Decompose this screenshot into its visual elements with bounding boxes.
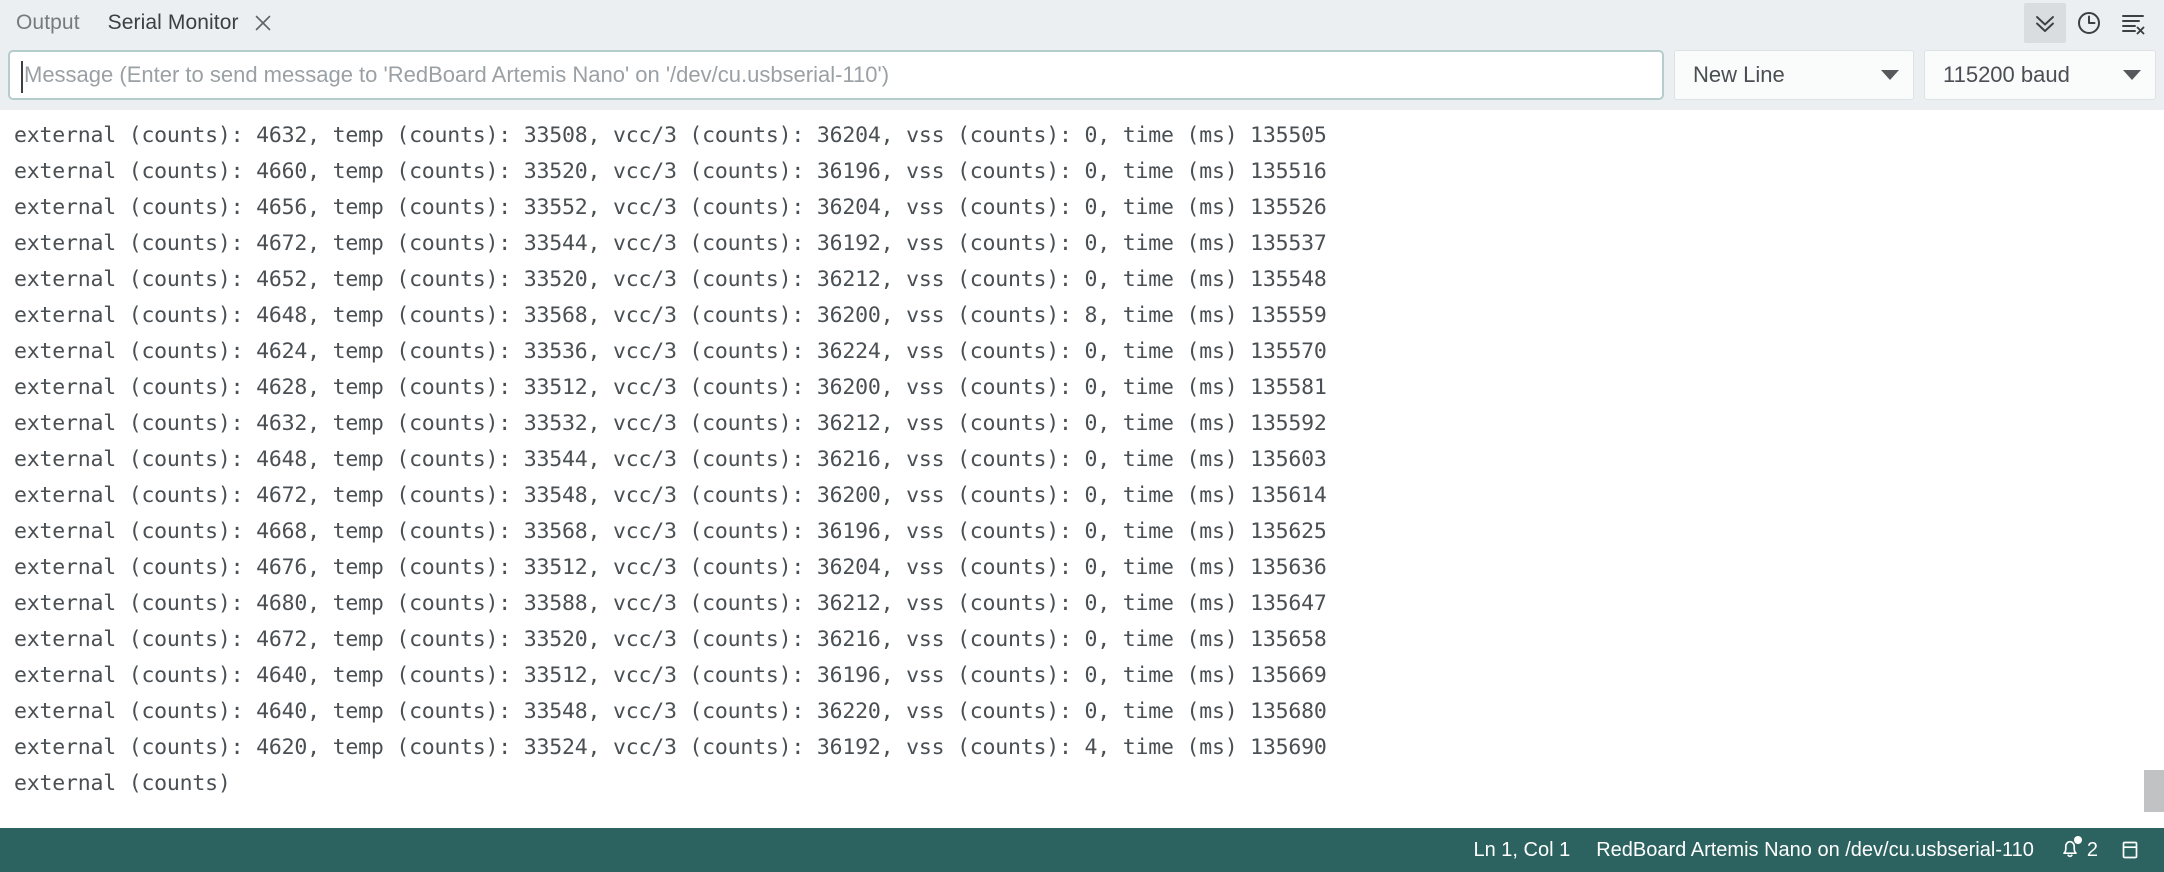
- serial-output-line: external (counts): 4660, temp (counts): …: [14, 159, 1327, 184]
- serial-output-line: external (counts): 4648, temp (counts): …: [14, 447, 1327, 472]
- tab-list: Output Serial Monitor: [0, 0, 2024, 46]
- serial-output-line: external (counts): 4620, temp (counts): …: [14, 735, 1327, 760]
- text-caret: [21, 61, 23, 93]
- chevron-down-icon: [2123, 70, 2141, 80]
- serial-output-line: external (counts): 4628, temp (counts): …: [14, 375, 1327, 400]
- serial-output-line: external (counts): 4632, temp (counts): …: [14, 123, 1327, 148]
- line-ending-value: New Line: [1693, 62, 1785, 87]
- tab-label: Output: [16, 11, 80, 34]
- serial-output-line: external (counts): 4668, temp (counts): …: [14, 519, 1327, 544]
- message-input-container[interactable]: [8, 50, 1664, 100]
- board-port-status[interactable]: RedBoard Artemis Nano on /dev/cu.usbseri…: [1583, 828, 2047, 872]
- serial-output-line: external (counts): 4648, temp (counts): …: [14, 303, 1327, 328]
- serial-output-line: external (counts): 4672, temp (counts): …: [14, 627, 1327, 652]
- clock-icon[interactable]: [2068, 3, 2110, 43]
- baud-rate-value: 115200 baud: [1943, 62, 2070, 87]
- notification-count: 2: [2086, 838, 2098, 861]
- notifications-status[interactable]: 2: [2047, 828, 2110, 872]
- cursor-position-label: Ln 1, Col 1: [1473, 838, 1571, 861]
- tab-output[interactable]: Output: [0, 0, 94, 46]
- serial-output-lines: external (counts): 4632, temp (counts): …: [14, 118, 2164, 802]
- tab-label: Serial Monitor: [107, 11, 239, 34]
- output-scrollbar[interactable]: [2144, 110, 2164, 828]
- output-scrollbar-thumb[interactable]: [2144, 770, 2164, 812]
- serial-output-line: external (counts): 4640, temp (counts): …: [14, 663, 1327, 688]
- panel-tabbar: Output Serial Monitor: [0, 0, 2164, 46]
- line-ending-select[interactable]: New Line: [1674, 50, 1914, 100]
- chevron-down-icon: [1881, 70, 1899, 80]
- serial-monitor-window: Output Serial Monitor Message (Enter to …: [0, 0, 2164, 872]
- serial-output-line: external (counts): 4656, temp (counts): …: [14, 195, 1327, 220]
- notification-dot: [2073, 835, 2082, 844]
- tabbar-actions: [2024, 0, 2164, 46]
- serial-output-line: external (counts): 4652, temp (counts): …: [14, 267, 1327, 292]
- serial-output-line: external (counts): 4676, temp (counts): …: [14, 555, 1327, 580]
- serial-output-line: external (counts): 4640, temp (counts): …: [14, 699, 1327, 724]
- serial-output-line: external (counts): 4672, temp (counts): …: [14, 231, 1327, 256]
- status-bar: Ln 1, Col 1 RedBoard Artemis Nano on /de…: [0, 828, 2164, 872]
- clear-lines-icon[interactable]: [2112, 3, 2154, 43]
- serial-output-line: external (counts): 4624, temp (counts): …: [14, 339, 1327, 364]
- cursor-position-status[interactable]: Ln 1, Col 1: [1460, 828, 1583, 872]
- serial-output-line: external (counts): [14, 771, 231, 796]
- serial-output-line: external (counts): 4632, temp (counts): …: [14, 411, 1327, 436]
- layout-panel-icon[interactable]: [2110, 828, 2150, 872]
- serial-output-line: external (counts): 4680, temp (counts): …: [14, 591, 1327, 616]
- serial-output-area[interactable]: external (counts): 4632, temp (counts): …: [0, 110, 2164, 828]
- bell-icon: [2059, 835, 2082, 864]
- serial-controls: New Line 115200 baud: [0, 46, 2164, 110]
- board-port-label: RedBoard Artemis Nano on /dev/cu.usbseri…: [1596, 838, 2034, 861]
- baud-rate-select[interactable]: 115200 baud: [1924, 50, 2156, 100]
- double-chevron-down-icon[interactable]: [2024, 3, 2066, 43]
- tab-serial-monitor[interactable]: Serial Monitor: [94, 0, 288, 46]
- message-input[interactable]: [20, 52, 1652, 98]
- close-icon[interactable]: [252, 12, 274, 34]
- serial-output-line: external (counts): 4672, temp (counts): …: [14, 483, 1327, 508]
